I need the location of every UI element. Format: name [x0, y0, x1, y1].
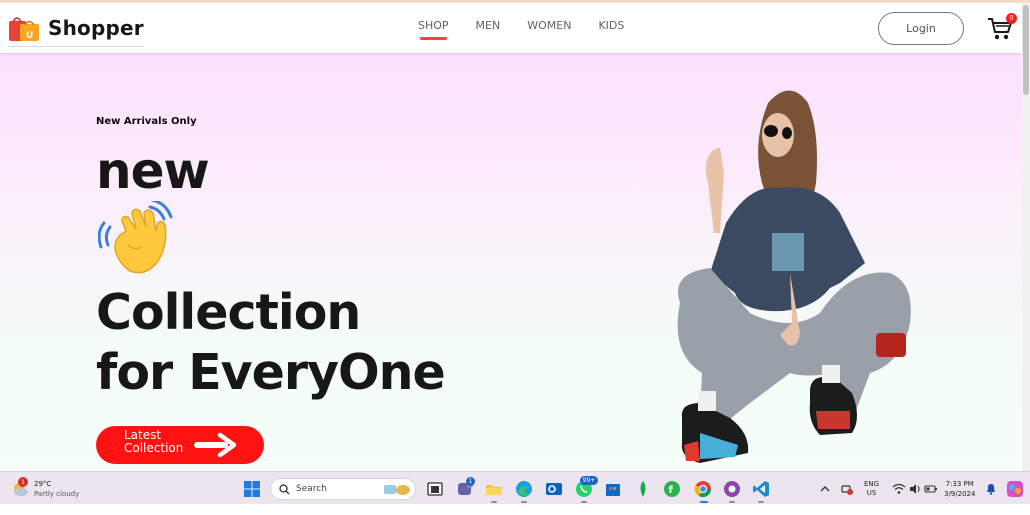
clock-time: 7:33 PM — [945, 479, 974, 488]
chrome-icon[interactable] — [693, 479, 713, 499]
login-button[interactable]: Login — [878, 12, 964, 45]
clock-date: 3/9/2024 — [944, 489, 976, 498]
browser-viewport: U Shopper SHOP MEN WOMEN KIDS Login 0 Ne… — [0, 0, 1030, 471]
microsoft-store-icon[interactable] — [603, 479, 623, 499]
feedly-icon[interactable]: f — [662, 479, 682, 499]
wifi-icon[interactable] — [892, 482, 906, 496]
outlook-icon[interactable] — [544, 479, 564, 499]
edge-icon[interactable] — [514, 479, 534, 499]
nav-item-kids[interactable]: KIDS — [598, 19, 624, 32]
brand-name: Shopper — [48, 15, 144, 40]
hero-headline-line1: Collection — [96, 284, 361, 341]
waving-hand-icon — [98, 201, 173, 274]
partly-cloudy-icon: 1 — [10, 477, 30, 499]
search-highlight-icon — [384, 485, 410, 495]
chrome-active-indicator — [700, 501, 708, 503]
notification-bell-icon[interactable] — [984, 482, 998, 496]
taskbar-search-box[interactable]: Search — [270, 478, 416, 500]
hero-section: New Arrivals Only new Collection for Eve… — [0, 53, 1022, 471]
language-indicator[interactable]: ENG US — [864, 472, 879, 505]
nav-item-women[interactable]: WOMEN — [527, 19, 571, 32]
task-view-icon[interactable] — [425, 479, 445, 499]
copilot-icon[interactable] — [1006, 480, 1024, 498]
latest-collection-button[interactable]: Latest Collection — [96, 426, 264, 464]
system-clock[interactable]: 7:33 PM 3/9/2024 — [944, 472, 975, 505]
brand-logo[interactable]: U Shopper — [8, 11, 144, 47]
nav-item-shop[interactable]: SHOP — [418, 19, 449, 40]
windows-start-icon[interactable] — [242, 479, 262, 499]
language-primary: ENG — [864, 479, 880, 488]
hero-model-image — [677, 90, 911, 463]
main-nav: SHOP MEN WOMEN KIDS — [418, 19, 624, 40]
scrollbar-thumb[interactable] — [1023, 5, 1029, 95]
windows-taskbar: 1 29°C Partly cloudy Search 1 99+ f ENG … — [0, 471, 1030, 504]
bottom-strip — [0, 504, 1030, 515]
whatsapp-running-indicator — [581, 501, 587, 503]
arrow-right-icon — [194, 432, 237, 458]
weather-temperature: 29°C — [34, 480, 52, 488]
weather-widget[interactable]: 1 29°C Partly cloudy — [10, 476, 79, 502]
hero-kicker: New Arrivals Only — [96, 116, 197, 127]
edge-running-indicator — [521, 501, 527, 503]
github-desktop-icon[interactable] — [722, 479, 742, 499]
weather-alert-badge: 1 — [18, 477, 28, 487]
whatsapp-badge: 99+ — [580, 476, 598, 485]
shopping-bag-logo-icon: U — [9, 16, 39, 41]
hero-headline-word: new — [96, 142, 210, 200]
vscode-running-indicator — [758, 501, 764, 503]
hero-headline-line2: for EveryOne — [96, 344, 446, 401]
chevron-up-icon[interactable] — [818, 482, 832, 496]
navbar: U Shopper SHOP MEN WOMEN KIDS Login 0 — [0, 3, 1022, 53]
cart-count-badge: 0 — [1006, 13, 1017, 24]
language-secondary: US — [866, 488, 877, 497]
file-explorer-running-indicator — [491, 501, 497, 503]
teams-badge: 1 — [466, 477, 475, 486]
svg-text:U: U — [26, 31, 33, 41]
github-running-indicator — [729, 501, 735, 503]
nav-item-men[interactable]: MEN — [476, 19, 501, 32]
search-placeholder: Search — [296, 484, 327, 494]
battery-icon[interactable] — [924, 482, 938, 496]
security-alert-icon[interactable] — [840, 482, 854, 496]
mongodb-icon[interactable] — [633, 479, 653, 499]
svg-text:f: f — [669, 485, 674, 496]
file-explorer-icon[interactable] — [484, 479, 504, 499]
volume-icon[interactable] — [908, 482, 922, 496]
search-icon — [279, 483, 290, 494]
page-scrollbar[interactable] — [1022, 3, 1030, 471]
vscode-icon[interactable] — [751, 479, 771, 499]
weather-description: Partly cloudy — [34, 490, 80, 498]
